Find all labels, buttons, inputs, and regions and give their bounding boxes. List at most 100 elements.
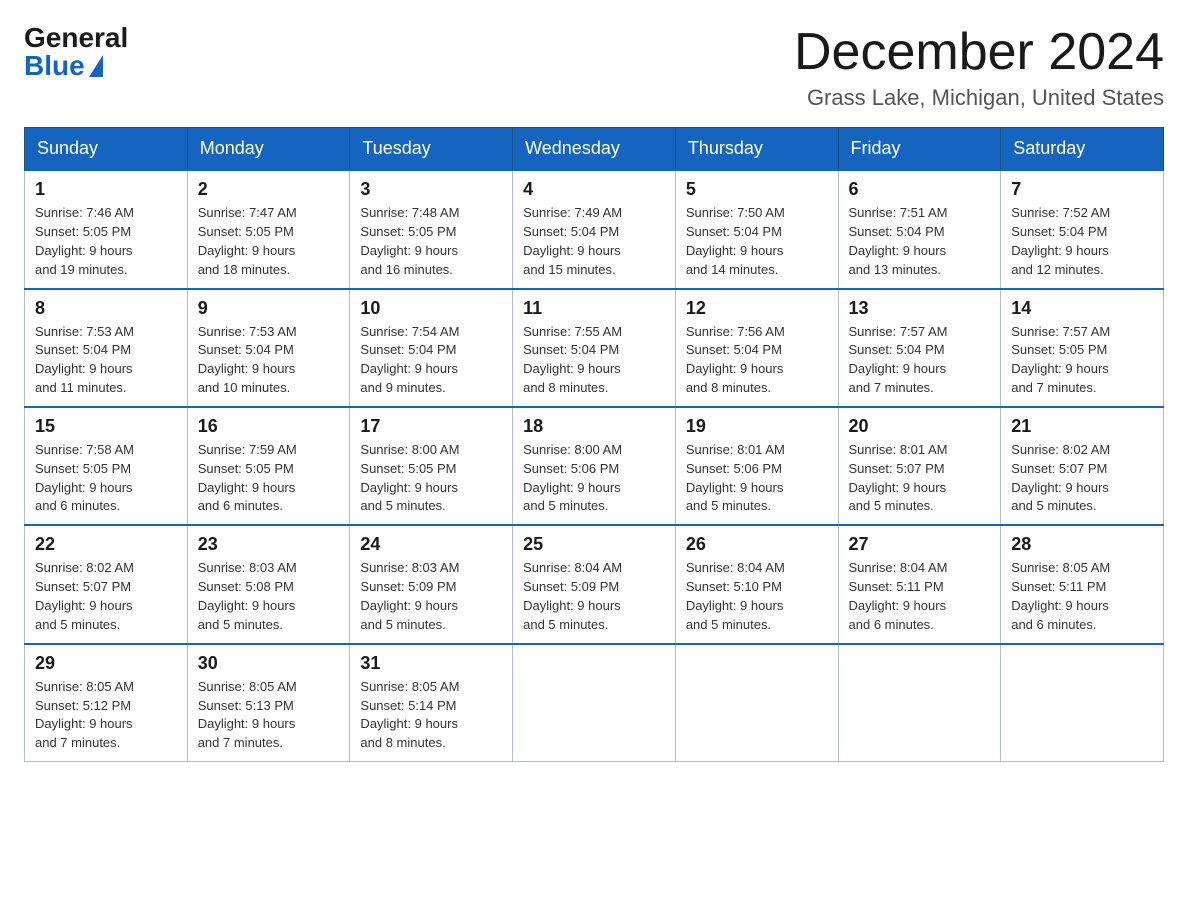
week-row: 22 Sunrise: 8:02 AM Sunset: 5:07 PM Dayl… xyxy=(25,525,1164,643)
col-tuesday: Tuesday xyxy=(350,128,513,171)
day-number: 24 xyxy=(360,534,502,555)
day-info: Sunrise: 7:47 AM Sunset: 5:05 PM Dayligh… xyxy=(198,204,340,279)
day-number: 25 xyxy=(523,534,665,555)
month-title: December 2024 xyxy=(794,24,1164,81)
col-sunday: Sunday xyxy=(25,128,188,171)
day-info: Sunrise: 7:54 AM Sunset: 5:04 PM Dayligh… xyxy=(360,323,502,398)
calendar-cell: 21 Sunrise: 8:02 AM Sunset: 5:07 PM Dayl… xyxy=(1001,407,1164,525)
day-info: Sunrise: 8:00 AM Sunset: 5:05 PM Dayligh… xyxy=(360,441,502,516)
day-info: Sunrise: 7:49 AM Sunset: 5:04 PM Dayligh… xyxy=(523,204,665,279)
calendar-cell xyxy=(838,644,1001,762)
day-number: 14 xyxy=(1011,298,1153,319)
calendar-cell: 23 Sunrise: 8:03 AM Sunset: 5:08 PM Dayl… xyxy=(187,525,350,643)
day-number: 1 xyxy=(35,179,177,200)
day-number: 8 xyxy=(35,298,177,319)
day-number: 29 xyxy=(35,653,177,674)
logo: General Blue xyxy=(24,24,128,80)
calendar-cell: 20 Sunrise: 8:01 AM Sunset: 5:07 PM Dayl… xyxy=(838,407,1001,525)
day-number: 4 xyxy=(523,179,665,200)
day-info: Sunrise: 8:01 AM Sunset: 5:06 PM Dayligh… xyxy=(686,441,828,516)
day-info: Sunrise: 7:56 AM Sunset: 5:04 PM Dayligh… xyxy=(686,323,828,398)
col-thursday: Thursday xyxy=(675,128,838,171)
calendar-cell: 8 Sunrise: 7:53 AM Sunset: 5:04 PM Dayli… xyxy=(25,289,188,407)
calendar-cell: 14 Sunrise: 7:57 AM Sunset: 5:05 PM Dayl… xyxy=(1001,289,1164,407)
day-number: 30 xyxy=(198,653,340,674)
day-number: 6 xyxy=(849,179,991,200)
day-number: 5 xyxy=(686,179,828,200)
day-info: Sunrise: 8:00 AM Sunset: 5:06 PM Dayligh… xyxy=(523,441,665,516)
day-info: Sunrise: 7:46 AM Sunset: 5:05 PM Dayligh… xyxy=(35,204,177,279)
calendar-cell: 12 Sunrise: 7:56 AM Sunset: 5:04 PM Dayl… xyxy=(675,289,838,407)
calendar-cell: 25 Sunrise: 8:04 AM Sunset: 5:09 PM Dayl… xyxy=(513,525,676,643)
day-info: Sunrise: 8:05 AM Sunset: 5:12 PM Dayligh… xyxy=(35,678,177,753)
day-number: 2 xyxy=(198,179,340,200)
day-info: Sunrise: 8:05 AM Sunset: 5:14 PM Dayligh… xyxy=(360,678,502,753)
day-number: 17 xyxy=(360,416,502,437)
calendar-cell: 5 Sunrise: 7:50 AM Sunset: 5:04 PM Dayli… xyxy=(675,170,838,288)
day-info: Sunrise: 8:03 AM Sunset: 5:08 PM Dayligh… xyxy=(198,559,340,634)
calendar-cell: 13 Sunrise: 7:57 AM Sunset: 5:04 PM Dayl… xyxy=(838,289,1001,407)
day-info: Sunrise: 8:01 AM Sunset: 5:07 PM Dayligh… xyxy=(849,441,991,516)
day-info: Sunrise: 7:57 AM Sunset: 5:04 PM Dayligh… xyxy=(849,323,991,398)
day-info: Sunrise: 7:53 AM Sunset: 5:04 PM Dayligh… xyxy=(35,323,177,398)
day-info: Sunrise: 8:04 AM Sunset: 5:10 PM Dayligh… xyxy=(686,559,828,634)
week-row: 29 Sunrise: 8:05 AM Sunset: 5:12 PM Dayl… xyxy=(25,644,1164,762)
day-info: Sunrise: 8:05 AM Sunset: 5:11 PM Dayligh… xyxy=(1011,559,1153,634)
logo-general-text: General xyxy=(24,24,128,52)
day-number: 22 xyxy=(35,534,177,555)
calendar-cell: 9 Sunrise: 7:53 AM Sunset: 5:04 PM Dayli… xyxy=(187,289,350,407)
day-info: Sunrise: 7:52 AM Sunset: 5:04 PM Dayligh… xyxy=(1011,204,1153,279)
calendar-cell: 30 Sunrise: 8:05 AM Sunset: 5:13 PM Dayl… xyxy=(187,644,350,762)
calendar-cell: 17 Sunrise: 8:00 AM Sunset: 5:05 PM Dayl… xyxy=(350,407,513,525)
location-text: Grass Lake, Michigan, United States xyxy=(794,85,1164,111)
day-number: 20 xyxy=(849,416,991,437)
day-number: 28 xyxy=(1011,534,1153,555)
day-number: 19 xyxy=(686,416,828,437)
day-number: 21 xyxy=(1011,416,1153,437)
day-info: Sunrise: 7:57 AM Sunset: 5:05 PM Dayligh… xyxy=(1011,323,1153,398)
day-number: 9 xyxy=(198,298,340,319)
calendar-cell: 24 Sunrise: 8:03 AM Sunset: 5:09 PM Dayl… xyxy=(350,525,513,643)
day-info: Sunrise: 7:58 AM Sunset: 5:05 PM Dayligh… xyxy=(35,441,177,516)
calendar-cell: 29 Sunrise: 8:05 AM Sunset: 5:12 PM Dayl… xyxy=(25,644,188,762)
col-wednesday: Wednesday xyxy=(513,128,676,171)
day-info: Sunrise: 8:03 AM Sunset: 5:09 PM Dayligh… xyxy=(360,559,502,634)
day-info: Sunrise: 7:48 AM Sunset: 5:05 PM Dayligh… xyxy=(360,204,502,279)
day-info: Sunrise: 7:53 AM Sunset: 5:04 PM Dayligh… xyxy=(198,323,340,398)
calendar-cell: 18 Sunrise: 8:00 AM Sunset: 5:06 PM Dayl… xyxy=(513,407,676,525)
page-header: General Blue December 2024 Grass Lake, M… xyxy=(24,24,1164,111)
day-info: Sunrise: 8:02 AM Sunset: 5:07 PM Dayligh… xyxy=(35,559,177,634)
calendar-cell: 1 Sunrise: 7:46 AM Sunset: 5:05 PM Dayli… xyxy=(25,170,188,288)
calendar-cell: 11 Sunrise: 7:55 AM Sunset: 5:04 PM Dayl… xyxy=(513,289,676,407)
day-number: 13 xyxy=(849,298,991,319)
day-number: 16 xyxy=(198,416,340,437)
day-number: 23 xyxy=(198,534,340,555)
calendar-cell: 3 Sunrise: 7:48 AM Sunset: 5:05 PM Dayli… xyxy=(350,170,513,288)
logo-blue-text: Blue xyxy=(24,52,103,80)
day-number: 11 xyxy=(523,298,665,319)
calendar-cell: 2 Sunrise: 7:47 AM Sunset: 5:05 PM Dayli… xyxy=(187,170,350,288)
calendar-cell: 28 Sunrise: 8:05 AM Sunset: 5:11 PM Dayl… xyxy=(1001,525,1164,643)
day-info: Sunrise: 8:04 AM Sunset: 5:09 PM Dayligh… xyxy=(523,559,665,634)
calendar-cell xyxy=(675,644,838,762)
day-info: Sunrise: 7:50 AM Sunset: 5:04 PM Dayligh… xyxy=(686,204,828,279)
week-row: 15 Sunrise: 7:58 AM Sunset: 5:05 PM Dayl… xyxy=(25,407,1164,525)
day-number: 15 xyxy=(35,416,177,437)
calendar-cell xyxy=(1001,644,1164,762)
day-number: 10 xyxy=(360,298,502,319)
calendar-cell: 6 Sunrise: 7:51 AM Sunset: 5:04 PM Dayli… xyxy=(838,170,1001,288)
day-number: 27 xyxy=(849,534,991,555)
calendar-cell: 19 Sunrise: 8:01 AM Sunset: 5:06 PM Dayl… xyxy=(675,407,838,525)
calendar-cell: 15 Sunrise: 7:58 AM Sunset: 5:05 PM Dayl… xyxy=(25,407,188,525)
day-number: 31 xyxy=(360,653,502,674)
calendar-cell: 16 Sunrise: 7:59 AM Sunset: 5:05 PM Dayl… xyxy=(187,407,350,525)
day-number: 3 xyxy=(360,179,502,200)
day-number: 7 xyxy=(1011,179,1153,200)
day-number: 26 xyxy=(686,534,828,555)
calendar-cell: 10 Sunrise: 7:54 AM Sunset: 5:04 PM Dayl… xyxy=(350,289,513,407)
col-friday: Friday xyxy=(838,128,1001,171)
day-info: Sunrise: 8:04 AM Sunset: 5:11 PM Dayligh… xyxy=(849,559,991,634)
calendar-table: Sunday Monday Tuesday Wednesday Thursday… xyxy=(24,127,1164,762)
day-info: Sunrise: 7:55 AM Sunset: 5:04 PM Dayligh… xyxy=(523,323,665,398)
title-block: December 2024 Grass Lake, Michigan, Unit… xyxy=(794,24,1164,111)
